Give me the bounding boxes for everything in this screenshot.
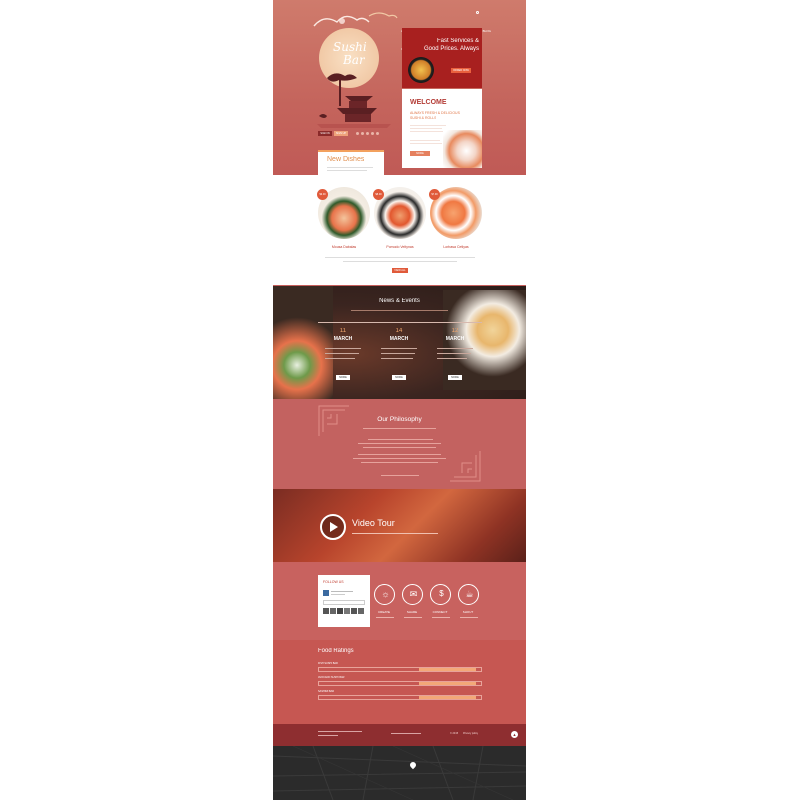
video-title: Video Tour [352, 518, 395, 528]
nav-item-blog[interactable]: BLOG [483, 29, 491, 33]
search-icon[interactable] [476, 11, 479, 14]
rating-bar [318, 681, 482, 686]
logo-line1: Sushi [333, 40, 367, 54]
compass-icon: ☼ [381, 589, 390, 599]
friend-thumb [323, 608, 329, 614]
social-dot-icon[interactable] [366, 132, 369, 135]
event-day: 11 [339, 328, 347, 334]
social-dot-icon[interactable] [361, 132, 364, 135]
like-bar[interactable] [323, 600, 365, 605]
dish-name[interactable]: Pomodo Veltynas [374, 245, 426, 249]
event-more-button[interactable]: MORE [448, 375, 462, 380]
service-shout[interactable]: ☕ [458, 584, 479, 605]
promo-title: Fast Services & Good Prices. Always [423, 38, 479, 52]
price-badge: $7.00 [429, 189, 440, 200]
event-month: MARCH [389, 336, 409, 342]
sushi-plate-image [443, 130, 482, 168]
main-nav: ABOUT US SERVICES GALLERY BLOG CONTACTS [401, 19, 513, 51]
news-divider [318, 322, 482, 323]
rating-bar [318, 695, 482, 700]
rating-bar [318, 667, 482, 672]
philosophy-title: Our Philosophy [377, 416, 422, 423]
friend-thumb [337, 608, 343, 614]
friend-thumb [358, 608, 364, 614]
sign-in-button[interactable]: SIGN IN [318, 131, 332, 136]
coffee-cup-icon: ☕ [465, 589, 474, 599]
welcome-subtitle: ALWAYS FRESH & DELICIOUS [410, 111, 460, 115]
dish-name[interactable]: Lorbasa Cetlyas [430, 245, 482, 249]
rating-fill [419, 668, 477, 671]
privacy-link[interactable]: Privacy policy [463, 732, 478, 735]
footer [273, 724, 526, 746]
event-month: MARCH [445, 336, 465, 342]
map-section[interactable] [273, 745, 526, 800]
service-connect[interactable]: $ [430, 584, 451, 605]
welcome-subtitle: SUSHI & ROLLS [410, 116, 437, 120]
social-dot-icon[interactable] [376, 132, 379, 135]
welcome-more-button[interactable]: MORE [410, 151, 430, 156]
rating-fill [419, 696, 477, 699]
price-badge: $8.00 [373, 189, 384, 200]
view-all-button[interactable]: VIEW ALL [392, 268, 408, 273]
rating-label: SASHIMI BAR [318, 690, 335, 693]
order-now-button[interactable]: ORDER NOW [451, 68, 471, 73]
event-day: 12 [451, 328, 459, 334]
friend-thumb [344, 608, 350, 614]
service-label: SHARE [406, 610, 418, 614]
event-month: MARCH [333, 336, 353, 342]
cloud-ornament [313, 12, 398, 27]
sign-up-button[interactable]: SIGN UP [334, 131, 348, 136]
social-dot-icon[interactable] [356, 132, 359, 135]
profile-avatar [323, 590, 329, 596]
news-title: News & Events [379, 298, 420, 304]
service-share[interactable]: ✉ [402, 584, 423, 605]
event-more-button[interactable]: MORE [336, 375, 350, 380]
play-icon [330, 522, 338, 532]
social-dot-icon[interactable] [371, 132, 374, 135]
map-streets [273, 745, 526, 800]
welcome-title: WELCOME [410, 99, 447, 106]
new-dishes-title: New Dishes [327, 156, 365, 163]
event-more-button[interactable]: MORE [392, 375, 406, 380]
rating-label: AVOCADO SUSHI BAR [318, 676, 345, 679]
dish-name[interactable]: Mousa Dabalas [318, 245, 370, 249]
play-button[interactable] [320, 514, 346, 540]
temple-silhouette [317, 73, 391, 128]
friend-thumb [330, 608, 336, 614]
service-label: SHOUT [462, 610, 474, 614]
page: ABOUT US SERVICES GALLERY BLOG CONTACTS … [273, 0, 526, 800]
price-badge: $9.00 [317, 189, 328, 200]
follow-title: FOLLOW US [323, 580, 344, 584]
logo-line2: Bar [343, 53, 365, 67]
service-create[interactable]: ☼ [374, 584, 395, 605]
rating-label: FISH SUSHI BAR [318, 662, 338, 665]
ratings-title: Food Ratings [318, 648, 354, 654]
service-label: CONNECT [432, 610, 448, 614]
new-dishes-tab [318, 150, 384, 177]
envelope-icon: ✉ [409, 589, 418, 599]
rating-fill [419, 682, 477, 685]
corner-ornament [450, 451, 481, 482]
copyright-text: © 2015 [450, 732, 459, 735]
dollar-icon: $ [439, 589, 444, 598]
service-label: CREATE [378, 610, 390, 614]
friend-thumb [351, 608, 357, 614]
noodle-bowl-image [406, 55, 436, 85]
event-day: 14 [395, 328, 403, 334]
video-section [273, 489, 526, 562]
scroll-top-icon[interactable]: ▲ [511, 731, 518, 738]
follow-section [273, 562, 526, 640]
